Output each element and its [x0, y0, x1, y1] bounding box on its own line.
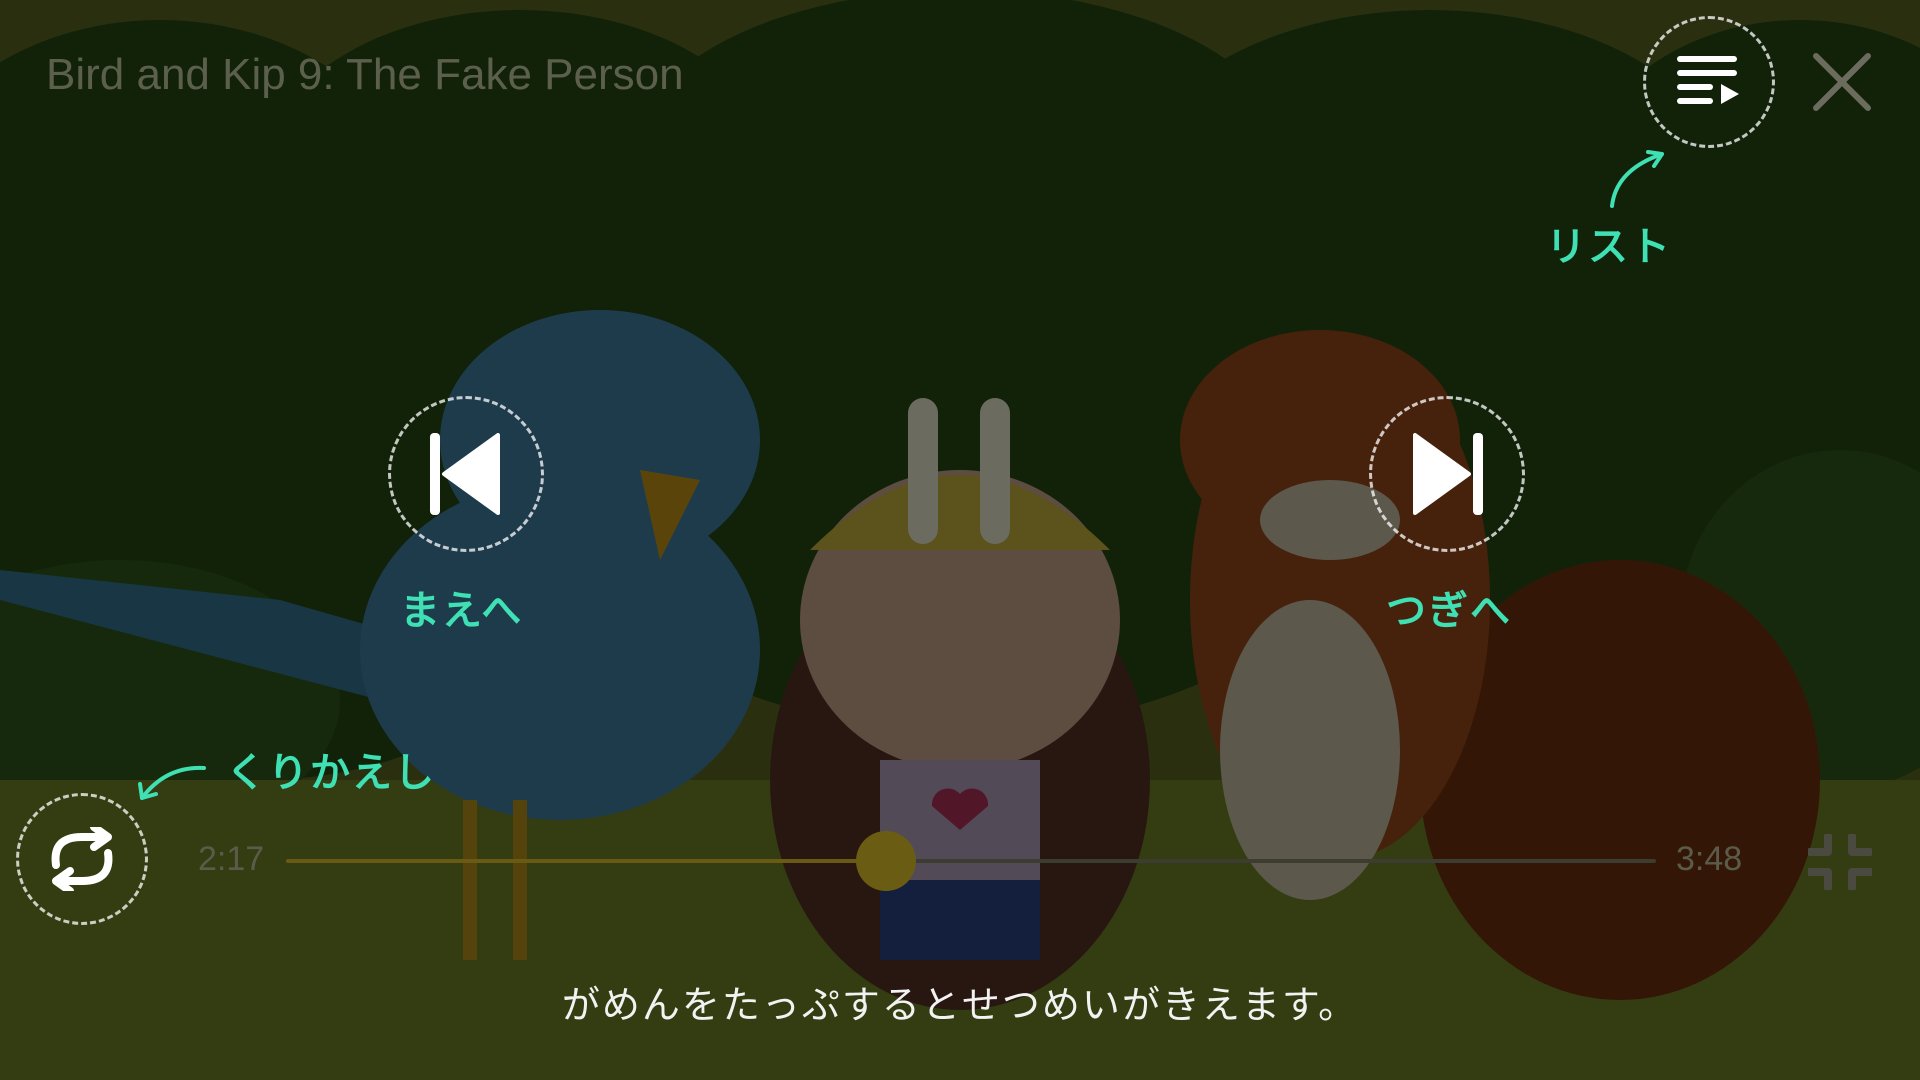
current-time: 2:17	[198, 840, 265, 878]
exit-fullscreen-button[interactable]	[1806, 832, 1874, 892]
repeat-button[interactable]	[16, 793, 148, 925]
hint-arrow-repeat	[138, 765, 206, 800]
hint-label-repeat: くりかえし	[226, 750, 436, 796]
skip-next-icon	[1413, 433, 1483, 515]
previous-button[interactable]	[388, 396, 544, 552]
playlist-icon	[1677, 56, 1739, 104]
instruction-caption: がめんをたっぷするとせつめいがきえます。	[561, 983, 1359, 1027]
close-icon	[1813, 53, 1871, 111]
hint-label-prev: まえへ	[400, 588, 524, 634]
pause-icon	[908, 398, 1010, 544]
close-button[interactable]	[1810, 50, 1874, 114]
hint-label-next: つぎへ	[1386, 588, 1512, 634]
total-time: 3:48	[1676, 840, 1743, 878]
playlist-button[interactable]	[1643, 16, 1775, 148]
pause-button[interactable]	[908, 398, 1010, 544]
video-player[interactable]: Bird and Kip 9: The Fake Person リスト まえへ	[0, 0, 1920, 1080]
hint-label-list: リスト	[1546, 224, 1672, 270]
seek-bar[interactable]	[286, 859, 1656, 863]
repeat-icon	[51, 827, 113, 891]
exit-fullscreen-icon	[1806, 832, 1874, 892]
next-button[interactable]	[1369, 396, 1525, 552]
seek-bar-progress	[286, 859, 887, 863]
hint-arrow-list	[1610, 150, 1664, 208]
seek-thumb[interactable]	[856, 831, 917, 891]
skip-previous-icon	[430, 433, 500, 515]
video-title: Bird and Kip 9: The Fake Person	[46, 50, 684, 99]
